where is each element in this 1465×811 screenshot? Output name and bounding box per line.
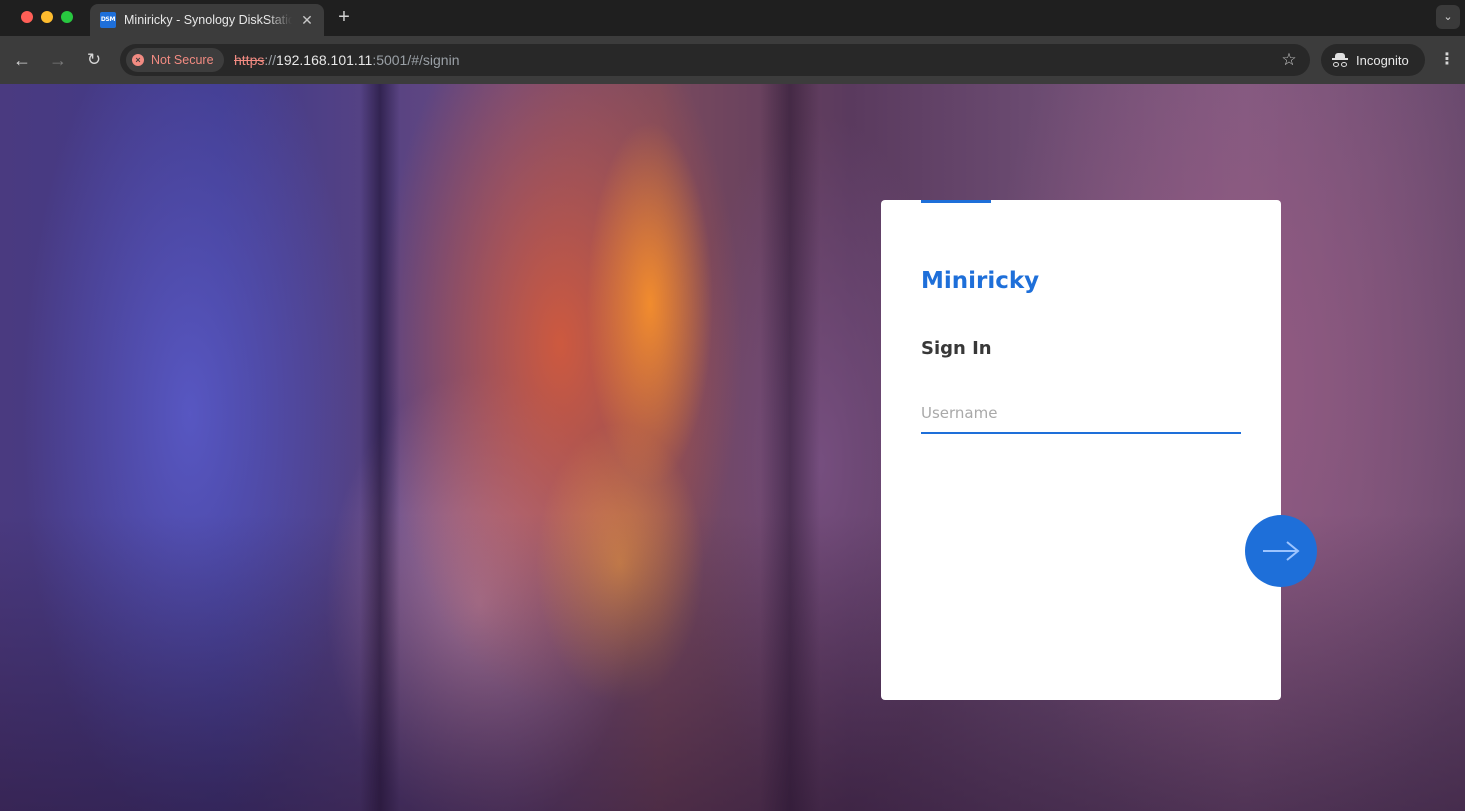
url-path: :5001/#/signin (372, 52, 460, 68)
security-indicator[interactable]: × Not Secure (126, 48, 224, 72)
incognito-label: Incognito (1356, 52, 1409, 68)
url-separator: :// (264, 52, 277, 68)
close-window-button[interactable] (21, 11, 33, 23)
incognito-icon (1332, 52, 1348, 68)
browser-menu-button[interactable]: ⋮ (1437, 48, 1457, 72)
card-accent-bar (921, 200, 991, 203)
security-label: Not Secure (151, 53, 214, 67)
next-button[interactable] (1245, 515, 1317, 587)
reload-button[interactable]: ↻ (82, 48, 106, 72)
bookmark-star-icon[interactable]: ☆ (1277, 48, 1301, 72)
not-secure-warning-icon: × (132, 54, 144, 66)
url-host: 192.168.101.11 (276, 52, 373, 68)
incognito-indicator[interactable]: Incognito (1321, 44, 1425, 76)
tab-close-icon[interactable]: ✕ (298, 11, 316, 29)
zoom-window-button[interactable] (61, 11, 73, 23)
browser-toolbar: ← → ↻ × Not Secure https://192.168.101.1… (0, 36, 1465, 84)
forward-button[interactable]: → (46, 48, 70, 72)
new-tab-button[interactable]: + (334, 6, 354, 28)
tab-strip: DSM Miniricky - Synology DiskStation ✕ +… (0, 0, 1465, 36)
minimize-window-button[interactable] (41, 11, 53, 23)
url-text[interactable]: https://192.168.101.11:5001/#/signin (234, 52, 460, 68)
address-bar[interactable]: × Not Secure https://192.168.101.11:5001… (120, 44, 1310, 76)
host-name: Miniricky (921, 268, 1040, 294)
dsm-favicon-icon: DSM (100, 12, 116, 28)
tab-search-button[interactable]: ⌄ (1436, 5, 1460, 29)
tab-active[interactable]: DSM Miniricky - Synology DiskStation ✕ (90, 4, 324, 36)
username-input[interactable] (921, 394, 1241, 434)
tab-title: Miniricky - Synology DiskStation (124, 13, 292, 27)
url-scheme: https (234, 52, 265, 68)
back-button[interactable]: ← (10, 48, 34, 72)
signin-card: Miniricky Sign In (881, 200, 1281, 700)
signin-title: Sign In (921, 338, 992, 359)
arrow-right-icon (1263, 541, 1300, 561)
